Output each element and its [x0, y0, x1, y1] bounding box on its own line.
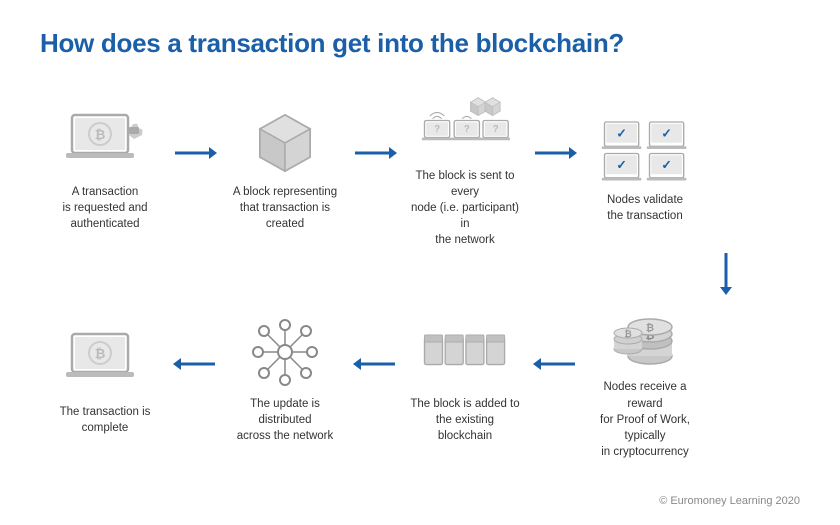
step-1-label: A transactionis requested andauthenticat…: [48, 184, 163, 232]
arrow-2-3: [350, 144, 400, 192]
step-4: ✓ ✓ ✓ ✓: [580, 111, 710, 224]
network-diamond-icon: [240, 315, 330, 390]
step-6-label: The update is distributedacross the netw…: [228, 396, 343, 444]
svg-text:✓: ✓: [661, 157, 672, 171]
svg-text:₿: ₿: [646, 322, 654, 334]
step-3: ? ? ?: [400, 87, 530, 248]
laptop-bitcoin-icon: ₿: [60, 103, 150, 178]
svg-text:✓: ✓: [616, 157, 627, 171]
svg-text:?: ?: [434, 124, 440, 135]
step-7-label: The block is added tothe existing blockc…: [408, 396, 523, 444]
step-6: The update is distributedacross the netw…: [220, 315, 350, 444]
bitcoin-reward-icon: ₿ ₿ ₿: [600, 298, 690, 373]
svg-text:?: ?: [493, 124, 499, 135]
svg-text:✓: ✓: [616, 126, 627, 140]
step-8-label: Nodes receive a rewardfor Proof of Work,…: [588, 379, 703, 459]
step-2-label: A block representingthat transaction isc…: [228, 184, 343, 232]
step-5-label: The transaction iscomplete: [48, 404, 163, 436]
nodes-check-icon: ✓ ✓ ✓ ✓: [600, 111, 690, 186]
step-7: The block is added tothe existing blockc…: [400, 315, 530, 444]
laptop-complete-icon: ₿: [60, 323, 150, 398]
step-3-label: The block is sent to everynode (i.e. par…: [408, 168, 523, 248]
svg-text:?: ?: [464, 124, 470, 135]
cube-icon: [240, 103, 330, 178]
svg-text:✓: ✓: [661, 126, 672, 140]
step-5: ₿ The transaction iscomplete: [40, 323, 170, 436]
step-2: A block representingthat transaction isc…: [220, 103, 350, 232]
nodes-question-icon: ? ? ?: [420, 87, 510, 162]
blockchain-icon: [420, 315, 510, 390]
arrow-vertical: [717, 251, 735, 295]
step-1: ₿ A transactionis requested andauthentic…: [40, 103, 170, 232]
arrow-3-4: [530, 144, 580, 192]
arrow-6-5: [170, 355, 220, 403]
arrow-8-7: [530, 355, 580, 403]
step-8: ₿ ₿ ₿ Nodes receive a rewardfor Proof of…: [580, 298, 710, 459]
page-container: How does a transaction get into the bloc…: [0, 0, 840, 525]
flow-diagram: ₿ A transactionis requested andauthentic…: [40, 87, 800, 460]
row-2: ₿ The transaction iscomplete: [40, 298, 800, 459]
row-1: ₿ A transactionis requested andauthentic…: [40, 87, 800, 248]
svg-text:₿: ₿: [624, 329, 631, 339]
arrow-1-2: [170, 144, 220, 192]
svg-text:₿: ₿: [95, 127, 106, 142]
arrow-7-6: [350, 355, 400, 403]
svg-text:₿: ₿: [95, 346, 106, 361]
step-4-label: Nodes validatethe transaction: [588, 192, 703, 224]
copyright: © Euromoney Learning 2020: [659, 495, 800, 507]
arrow-down-container: [40, 248, 800, 298]
page-title: How does a transaction get into the bloc…: [40, 28, 800, 59]
